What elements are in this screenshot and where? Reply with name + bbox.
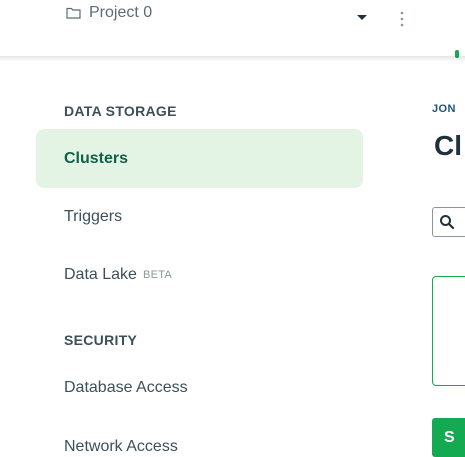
search-input[interactable]: [432, 207, 465, 237]
sidebar-item-triggers[interactable]: Triggers: [36, 187, 363, 246]
sidebar-item-label: Data Lake: [64, 265, 137, 283]
sidebar-item-label: Clusters: [64, 149, 129, 167]
sidebar-item-label: Triggers: [64, 207, 123, 225]
section-header-data-storage: DATA STORAGE: [64, 103, 177, 119]
primary-button-label: S: [444, 428, 455, 446]
sidebar-item-data-lake[interactable]: Data Lake BETA: [36, 245, 363, 304]
search-icon: [439, 214, 455, 230]
page-title: Cl: [434, 130, 462, 161]
caret-down-icon[interactable]: [354, 9, 370, 25]
main-content: JON Cl S: [410, 62, 465, 457]
folder-icon: [66, 7, 81, 19]
primary-button[interactable]: S: [432, 418, 465, 457]
project-bar: Project 0: [0, 0, 465, 58]
breadcrumb[interactable]: JON: [432, 103, 456, 115]
sidebar: DATA STORAGE Clusters Triggers Data Lake…: [0, 62, 410, 457]
sidebar-item-database-access[interactable]: Database Access: [36, 358, 363, 417]
section-header-security: SECURITY: [64, 332, 138, 348]
sidebar-item-network-access[interactable]: Network Access: [36, 417, 363, 457]
beta-badge: BETA: [142, 268, 173, 281]
project-name: Project 0: [89, 4, 153, 21]
sidebar-item-label: Database Access: [64, 378, 188, 396]
project-selector[interactable]: Project 0: [66, 4, 152, 22]
sidebar-item-clusters[interactable]: Clusters: [36, 129, 363, 188]
cluster-card: [432, 276, 465, 386]
vertical-dots-icon[interactable]: [398, 8, 406, 30]
sidebar-item-label: Network Access: [64, 437, 178, 455]
